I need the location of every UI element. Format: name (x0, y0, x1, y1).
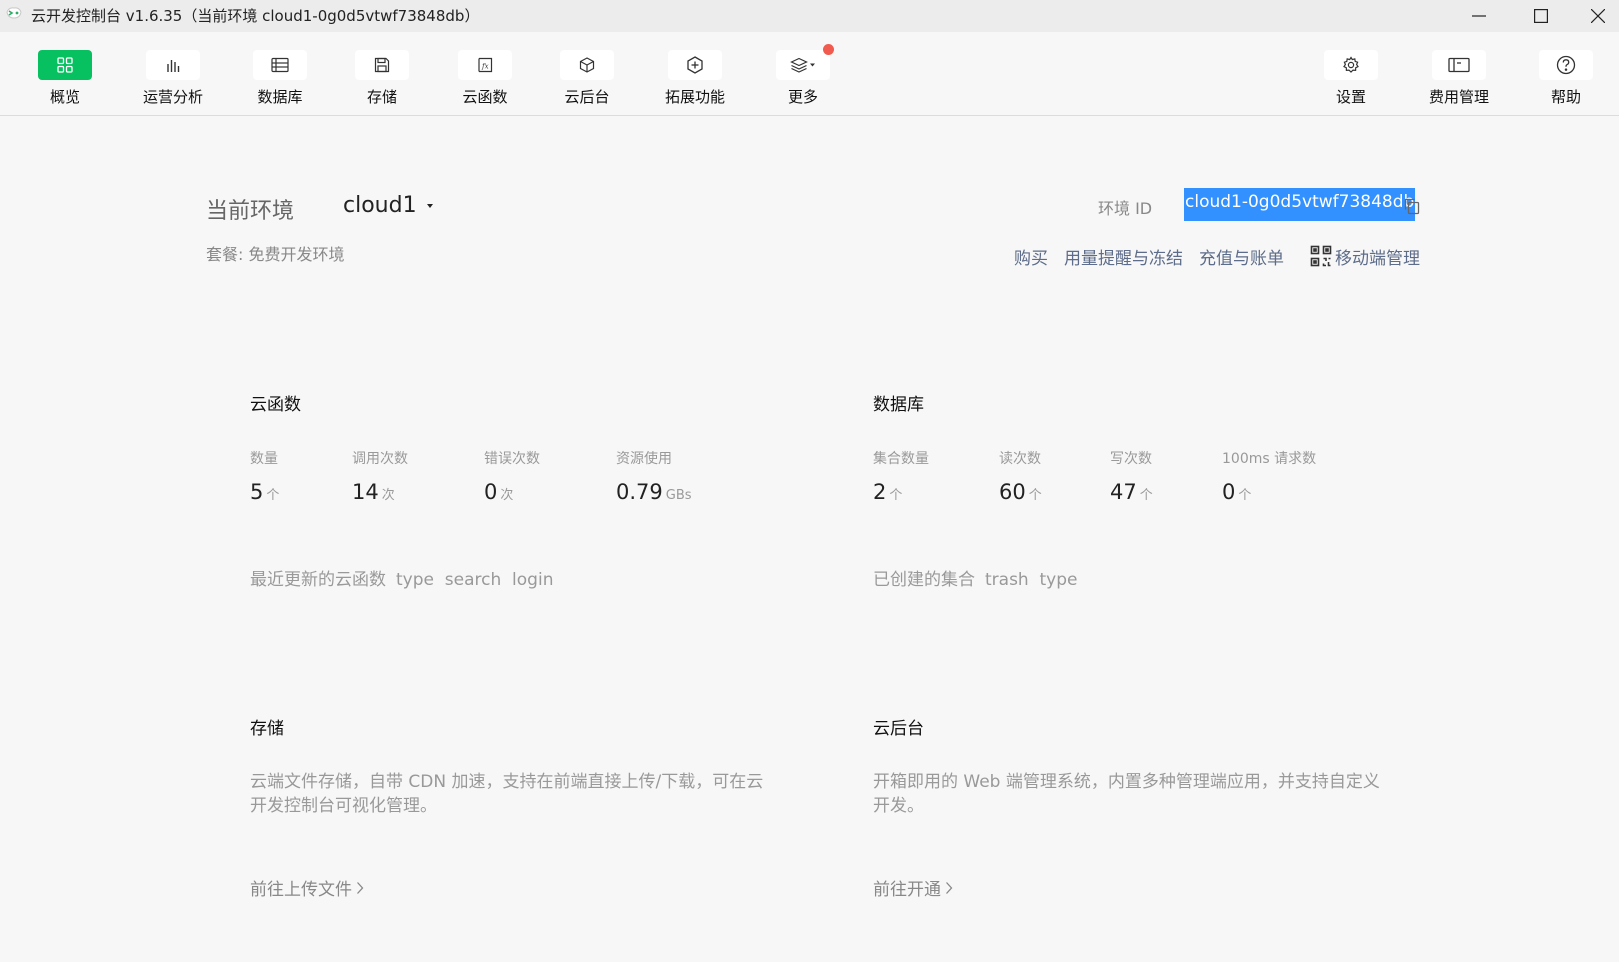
env-id-value[interactable]: cloud1-0g0d5vtwf73848db (1184, 188, 1416, 221)
function-icon: fx (478, 57, 493, 73)
storage-description: 云端文件存储，自带 CDN 加速，支持在前端直接上传/下载，可在云开发控制台可视… (250, 772, 764, 816)
toolbar-more[interactable]: 更多 (758, 44, 848, 107)
recent-functions-label: 最近更新的云函数 (250, 570, 386, 590)
toolbar-functions-label: 云函数 (462, 88, 508, 106)
created-collections-label: 已创建的集合 (873, 570, 975, 590)
database-icon (271, 57, 289, 73)
plan-text: 套餐: 免费开发环境 (206, 245, 345, 264)
caret-down-icon (426, 203, 433, 208)
toolbar-backend-label: 云后台 (564, 88, 610, 106)
backend-open-link[interactable]: 前往开通 (873, 875, 953, 900)
storage-upload-link[interactable]: 前往上传文件 (250, 875, 364, 900)
recent-functions: 最近更新的云函数 type search login (250, 565, 553, 590)
notification-dot (823, 44, 834, 55)
storage-title: 存储 (250, 719, 284, 739)
toolbar-billing-label: 费用管理 (1428, 88, 1489, 106)
toolbar-help-label: 帮助 (1550, 88, 1581, 106)
grid-icon (57, 57, 73, 73)
database-slow-requests-value: 0个 (1222, 480, 1252, 504)
database-writes-value: 47 个 (1110, 480, 1153, 504)
functions-title: 云函数 (250, 395, 301, 415)
recharge-link[interactable]: 充值与账单 (1199, 244, 1284, 269)
help-icon (1556, 55, 1576, 75)
maximize-icon (1534, 9, 1548, 23)
usage-alert-link[interactable]: 用量提醒与冻结 (1064, 244, 1183, 269)
chevron-right-icon (357, 881, 364, 894)
layers-icon (790, 57, 815, 73)
toolbar-settings[interactable]: 设置 (1306, 50, 1396, 107)
toolbar-overview-label: 概览 (49, 88, 80, 106)
floppy-icon (374, 57, 390, 73)
recent-functions-list: type search login (396, 570, 554, 590)
maximize-button[interactable] (1510, 0, 1572, 32)
functions-count-value: 5个 (250, 480, 280, 504)
copy-icon[interactable] (1403, 197, 1421, 215)
toolbar-more-label: 更多 (787, 88, 818, 106)
functions-count-label: 数量 (250, 451, 278, 467)
title-bar: 云开发控制台 v1.6.35（当前环境 cloud1-0g0d5vtwf7384… (0, 0, 1619, 32)
plus-box-icon (687, 56, 703, 74)
chevron-right-icon (946, 881, 953, 894)
toolbar-analytics[interactable]: 运营分析 (128, 50, 218, 107)
env-name: cloud1 (343, 193, 417, 218)
database-collections-label: 集合数量 (873, 451, 929, 467)
close-icon (1591, 9, 1605, 23)
database-writes-label: 写次数 (1110, 451, 1152, 467)
functions-calls-value: 14 次 (352, 480, 395, 504)
database-slow-requests-label: 100ms 请求数 (1222, 451, 1317, 467)
env-selector[interactable]: cloud1 (343, 193, 433, 218)
toolbar-database-label: 数据库 (257, 88, 303, 106)
toolbar-extensions-label: 拓展功能 (664, 88, 725, 106)
billing-icon (1448, 57, 1470, 73)
functions-errors-label: 错误次数 (484, 451, 540, 467)
gear-icon (1343, 56, 1359, 73)
database-collections-value: 2个 (873, 480, 903, 504)
toolbar-overview[interactable]: 概览 (20, 50, 110, 107)
app-logo-icon (6, 7, 22, 19)
close-button[interactable] (1567, 0, 1619, 32)
toolbar-functions[interactable]: fx 云函数 (440, 50, 530, 107)
functions-resource-label: 资源使用 (616, 451, 672, 467)
env-label: 当前环境 (206, 199, 295, 224)
env-actions: 购买 用量提醒与冻结 充值与账单 (1014, 244, 1300, 269)
toolbar-settings-label: 设置 (1335, 88, 1366, 106)
created-collections: 已创建的集合 trash type (873, 565, 1078, 590)
database-reads-value: 60 个 (999, 480, 1042, 504)
backend-open-label: 前往开通 (873, 880, 941, 900)
cube-icon (579, 57, 595, 73)
buy-link[interactable]: 购买 (1014, 244, 1048, 269)
functions-calls-label: 调用次数 (352, 451, 408, 467)
functions-resource-value: 0.79 GBs (616, 480, 692, 504)
toolbar-storage-label: 存储 (366, 88, 397, 106)
toolbar-storage[interactable]: 存储 (337, 50, 427, 107)
toolbar-help[interactable]: 帮助 (1521, 50, 1611, 107)
toolbar-extensions[interactable]: 拓展功能 (650, 50, 740, 107)
backend-description: 开箱即用的 Web 端管理系统，内置多种管理端应用，并支持自定义开发。 (873, 772, 1380, 816)
toolbar-analytics-label: 运营分析 (142, 88, 203, 106)
backend-title: 云后台 (873, 719, 924, 739)
database-title: 数据库 (873, 395, 924, 415)
env-id-label: 环境 ID (1098, 199, 1153, 218)
main-toolbar: 概览 运营分析 数据库 存储 fx 云函数 云后台 拓展功能 更多 设置 费用管… (0, 32, 1619, 116)
window-title: 云开发控制台 v1.6.35（当前环境 cloud1-0g0d5vtwf7384… (31, 7, 480, 25)
created-collections-list: trash type (985, 570, 1078, 590)
database-reads-label: 读次数 (999, 451, 1041, 467)
toolbar-billing[interactable]: 费用管理 (1414, 50, 1504, 107)
svg-text:fx: fx (481, 63, 489, 71)
toolbar-backend[interactable]: 云后台 (542, 50, 632, 107)
minimize-button[interactable] (1448, 0, 1510, 32)
minimize-icon (1472, 15, 1486, 17)
mobile-management-link[interactable]: 移动端管理 (1335, 244, 1420, 269)
toolbar-database[interactable]: 数据库 (235, 50, 325, 107)
functions-errors-value: 0次 (484, 480, 514, 504)
bar-chart-icon (167, 60, 180, 72)
storage-upload-label: 前往上传文件 (250, 880, 352, 900)
qr-code-icon[interactable] (1310, 245, 1332, 267)
